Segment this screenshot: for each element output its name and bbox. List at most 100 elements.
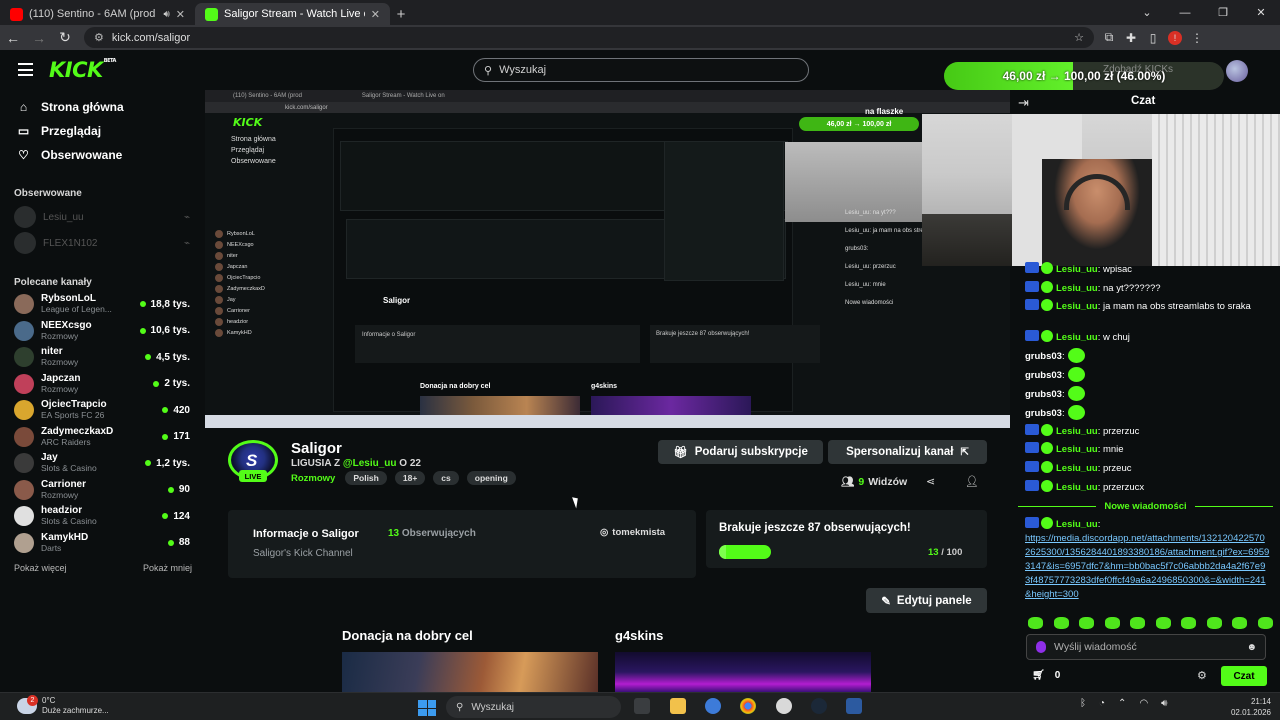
emoji-picker-icon[interactable]: ☻ xyxy=(1246,642,1257,653)
extension-icon[interactable]: ⧉ xyxy=(1098,25,1120,50)
chat-username[interactable]: grubs03 xyxy=(1025,370,1062,381)
channel-name[interactable]: Saligor xyxy=(291,440,342,457)
chat-settings-icon[interactable]: ⚙ xyxy=(1197,669,1207,682)
emote-icon[interactable] xyxy=(1053,617,1069,629)
back-icon[interactable]: ← xyxy=(0,25,26,50)
sidebar-item-browse[interactable]: ▭ Przeglądaj xyxy=(0,119,204,143)
bluetooth-icon[interactable]: ᛒ xyxy=(1080,698,1086,709)
chat-send-button[interactable]: Czat xyxy=(1221,666,1267,686)
donation-panel-image[interactable] xyxy=(342,652,598,692)
category-link[interactable]: Rozmowy xyxy=(291,473,335,484)
kick-logo[interactable]: KICKBETA xyxy=(49,58,116,82)
close-window-button[interactable]: ✕ xyxy=(1242,0,1280,25)
chrome-icon[interactable] xyxy=(740,698,756,714)
steam-icon[interactable] xyxy=(811,698,827,714)
share-icon[interactable]: ⋖ xyxy=(926,475,935,488)
user-avatar[interactable] xyxy=(1226,60,1248,82)
chat-username[interactable]: grubs03 xyxy=(1025,351,1062,362)
chat-mic-icon[interactable] xyxy=(1036,641,1046,653)
hamburger-menu-icon[interactable] xyxy=(18,63,33,76)
recommended-channel[interactable]: niter Rozmowy 4,5 tys. xyxy=(0,344,204,371)
bookmark-star-icon[interactable]: ☆ xyxy=(1074,31,1084,44)
tab-search-icon[interactable]: ⌄ xyxy=(1128,0,1166,25)
chat-username[interactable]: Lesiu_uu xyxy=(1056,301,1098,312)
emote-icon[interactable] xyxy=(1104,617,1120,629)
speaker-icon[interactable]: 🔊︎ xyxy=(163,9,169,20)
emote-icon[interactable] xyxy=(1232,617,1248,629)
start-menu-icon[interactable] xyxy=(418,700,436,716)
chat-username[interactable]: Lesiu_uu xyxy=(1056,482,1098,493)
site-info-icon[interactable]: ⚙ xyxy=(94,31,104,44)
clock[interactable]: 21:14 02.01.2026 xyxy=(1221,696,1271,718)
edit-panels-button[interactable]: ✎ Edytuj panele xyxy=(866,588,987,613)
volume-icon[interactable]: 🔊︎ xyxy=(1161,698,1167,709)
recommended-channel[interactable]: OjciecTrapcio EA Sports FC 26 420 xyxy=(0,397,204,424)
recommended-channel[interactable]: NEEXcsgo Rozmowy 10,6 tys. xyxy=(0,318,204,345)
gift-subs-button[interactable]: 🎁︎ Podaruj subskrypcje xyxy=(658,440,823,464)
emote-icon[interactable] xyxy=(1181,617,1197,629)
collapse-chat-icon[interactable]: ⇥ xyxy=(1018,95,1029,111)
weather-widget[interactable]: 2 0°C Duże zachmurze... xyxy=(17,695,109,716)
emote-icon[interactable] xyxy=(1130,617,1146,629)
emote-icon[interactable] xyxy=(1079,617,1095,629)
browser-tab-kick[interactable]: Saligor Stream - Watch Live on ✕ xyxy=(195,3,390,25)
chat-username[interactable]: Lesiu_uu xyxy=(1056,264,1098,275)
instagram-link[interactable]: ◎ tomekmista xyxy=(600,527,665,538)
wifi-icon[interactable]: ◠ xyxy=(1139,698,1148,709)
split-view-icon[interactable]: ▯ xyxy=(1142,25,1164,50)
reload-icon[interactable]: ↻ xyxy=(52,25,78,50)
recommended-channel[interactable]: RybsonLoL League of Legen... 18,8 tys. xyxy=(0,291,204,318)
show-more-link[interactable]: Pokaż więcej xyxy=(14,563,67,573)
chat-username[interactable]: grubs03 xyxy=(1025,408,1062,419)
emote-icon[interactable] xyxy=(1257,617,1273,629)
emote-icon[interactable] xyxy=(1155,617,1171,629)
recommended-channel[interactable]: ZadymeczkaxD ARC Raiders 171 xyxy=(0,424,204,451)
tag[interactable]: opening xyxy=(466,471,516,485)
show-hidden-icon[interactable]: ⌃ xyxy=(1118,698,1126,709)
tag[interactable]: 18+ xyxy=(394,471,426,485)
maximize-button[interactable]: ❐ xyxy=(1204,0,1242,25)
stream-video[interactable]: (110) Sentino - 6AM (prod Saligor Stream… xyxy=(205,90,1010,428)
new-tab-button[interactable]: + xyxy=(390,3,412,25)
browser-tab-youtube[interactable]: (110) Sentino - 6AM (prod 🔊︎ ✕ xyxy=(0,3,195,25)
sidebar-item-home[interactable]: ⌂ Strona główna xyxy=(0,95,204,119)
chat-message-input[interactable]: Wyślij wiadomość ☻ xyxy=(1026,634,1266,660)
obs-icon[interactable] xyxy=(776,698,792,714)
show-less-link[interactable]: Pokaż mniej xyxy=(143,563,192,573)
chat-username[interactable]: Lesiu_uu xyxy=(1056,283,1098,294)
stream-title-mention[interactable]: @Lesiu_uu xyxy=(343,458,397,469)
chat-username[interactable]: Lesiu_uu xyxy=(1056,426,1098,437)
get-kicks-button[interactable]: Zdobądź KICKs xyxy=(1103,64,1173,75)
url-input[interactable]: ⚙ kick.com/saligor ☆ xyxy=(84,27,1094,48)
app-icon[interactable] xyxy=(846,698,862,714)
chat-link[interactable]: https://media.discordapp.net/attachments… xyxy=(1025,533,1269,600)
menu-dots-icon[interactable]: ⋮ xyxy=(1186,25,1208,50)
close-tab-icon[interactable]: ✕ xyxy=(371,8,380,21)
recommended-channel[interactable]: Jay Slots & Casino 1,2 tys. xyxy=(0,450,204,477)
chat-username[interactable]: Lesiu_uu xyxy=(1056,332,1098,343)
followed-channel[interactable]: FLEX1N102 ⌁ xyxy=(0,230,204,256)
close-tab-icon[interactable]: ✕ xyxy=(176,8,185,21)
file-explorer-icon[interactable] xyxy=(670,698,686,714)
search-input[interactable]: ⚲ Wyszukaj xyxy=(473,58,809,82)
recommended-channel[interactable]: KamykHD Darts 88 xyxy=(0,530,204,557)
recommended-channel[interactable]: headzior Slots & Casino 124 xyxy=(0,503,204,530)
chat-username[interactable]: Lesiu_uu xyxy=(1056,463,1098,474)
tag[interactable]: Polish xyxy=(345,471,387,485)
recommended-channel[interactable]: Carrioner Rozmowy 90 xyxy=(0,477,204,504)
tray-app-icon[interactable]: ◔ xyxy=(1099,698,1105,709)
sidebar-item-following[interactable]: ♡ Obserwowane xyxy=(0,143,204,167)
followed-channel[interactable]: Lesiu_uu ⌁ xyxy=(0,204,204,230)
channel-points[interactable]: 🛒︎ 0 xyxy=(1032,670,1060,681)
profile-badge[interactable]: ! xyxy=(1168,30,1182,45)
recommended-channel[interactable]: Japczan Rozmowy 2 tys. xyxy=(0,371,204,398)
minimize-button[interactable]: — xyxy=(1166,0,1204,25)
chat-username[interactable]: grubs03 xyxy=(1025,389,1062,400)
edge-icon[interactable] xyxy=(705,698,721,714)
emote-icon[interactable] xyxy=(1028,617,1043,629)
extensions-puzzle-icon[interactable]: ✚ xyxy=(1120,25,1142,50)
task-view-icon[interactable] xyxy=(634,698,650,714)
follow-user-icon[interactable]: 👤︎ xyxy=(965,475,979,488)
g4skins-panel-image[interactable] xyxy=(615,652,871,692)
chat-username[interactable]: Lesiu_uu xyxy=(1056,444,1098,455)
